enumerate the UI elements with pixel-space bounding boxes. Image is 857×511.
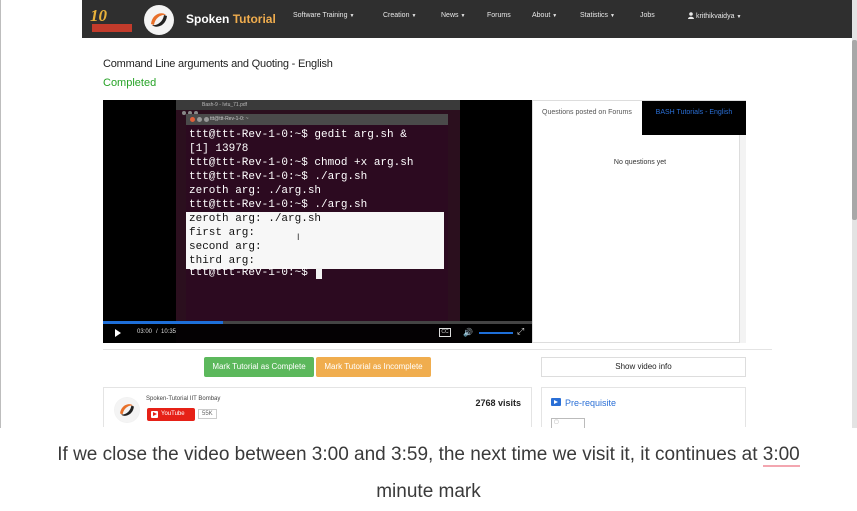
brand-name-accent: Tutorial: [232, 12, 276, 26]
caret-down-icon: ▼: [460, 13, 466, 19]
terminal-line: ttt@ttt-Rev-1-0:~$ ./arg.sh: [189, 171, 368, 183]
terminal-line: zeroth arg: ./arg.sh: [189, 185, 322, 197]
caret-down-icon: ▼: [552, 13, 558, 19]
nav-label: News: [441, 12, 459, 19]
page-left-edge: [0, 0, 1, 428]
text-cursor-icon: I: [297, 232, 300, 242]
terminal-output-line: first arg:: [189, 227, 256, 239]
caption-highlight: 3:00: [762, 444, 800, 467]
channel-logo-icon: [114, 397, 140, 423]
caption-line-2: minute mark: [376, 481, 481, 502]
terminal-output-line: second arg:: [189, 241, 262, 253]
current-time: 03:00: [137, 329, 153, 335]
caret-down-icon: ▼: [349, 13, 355, 19]
time-separator: /: [156, 329, 158, 335]
youtube-subscribe-button[interactable]: YouTube: [147, 408, 195, 421]
window-controls-icon: [182, 102, 202, 115]
fullscreen-icon[interactable]: ⤢: [517, 326, 524, 337]
video-play-icon: [551, 398, 561, 406]
youtube-label: YouTube: [161, 411, 185, 417]
nav-creation[interactable]: Creation ▼: [383, 12, 416, 19]
maximize-dot-icon: [204, 117, 209, 122]
volume-icon[interactable]: 🔊: [463, 328, 473, 337]
mark-incomplete-button[interactable]: Mark Tutorial as Incomplete: [316, 357, 431, 377]
nav-label: About: [532, 12, 551, 19]
minimize-dot-icon: [197, 117, 202, 122]
no-questions-message: No questions yet: [613, 159, 667, 166]
nav-label: Software Training: [293, 12, 348, 19]
show-video-info-button[interactable]: Show video info: [541, 357, 746, 377]
desktop-window-title: Bash-9 - Ivtu_71.pdf: [202, 102, 248, 108]
nav-user-menu[interactable]: krithikvaidya ▼: [688, 12, 741, 20]
channel-box: Spoken-Tutorial IIT Bombay YouTube 55K 2…: [103, 387, 532, 427]
terminal-prompt: ttt@ttt-Rev-1-0:~$: [189, 267, 308, 279]
terminal-title: ttt@ttt-Rev-1-0: ~: [210, 116, 249, 122]
video-progress-fill: [103, 321, 224, 324]
user-icon: [688, 12, 694, 19]
terminal-line: ttt@ttt-Rev-1-0:~$ gedit arg.sh &: [189, 129, 407, 141]
panel-scrollbar[interactable]: [739, 135, 746, 343]
nav-label: Statistics: [580, 12, 609, 19]
nav-label: Jobs: [640, 12, 655, 19]
top-navbar: 10 Spoken Tutorial Software Training ▼ Cr…: [82, 0, 852, 38]
caret-down-icon: ▼: [736, 14, 742, 20]
terminal-line: ttt@ttt-Rev-1-0:~$ chmod +x arg.sh: [189, 157, 414, 169]
close-dot-icon: [190, 117, 195, 122]
terminal-output-line: third arg:: [189, 255, 256, 267]
prerequisite-link[interactable]: Pre-requisite: [565, 398, 616, 408]
subscriber-count: 55K: [198, 409, 217, 419]
terminal-highlighted-output: zeroth arg: ./arg.sh first arg: second a…: [186, 212, 444, 269]
youtube-icon: [151, 411, 158, 418]
nav-jobs[interactable]: Jobs: [640, 12, 655, 19]
duration-time: 10:35: [161, 329, 177, 335]
tab-forum-questions[interactable]: Questions posted on Forums: [533, 101, 642, 135]
visit-count: 2768 visits: [475, 398, 521, 408]
user-name: krithikvaidya: [695, 13, 735, 20]
tutorial-title: Command Line arguments and Quoting - Eng…: [103, 58, 333, 70]
subtitle-caption: If we close the video between 3:00 and 3…: [0, 428, 857, 511]
terminal-titlebar: ttt@ttt-Rev-1-0: ~: [186, 114, 448, 125]
spoken-tutorial-logo-icon[interactable]: [144, 5, 174, 35]
brand-name-main: Spoken: [186, 12, 230, 26]
play-icon[interactable]: [115, 329, 121, 337]
video-progress-bar[interactable]: [103, 321, 532, 324]
divider: [103, 349, 772, 350]
tab-bash-tutorials[interactable]: BASH Tutorials - English: [642, 101, 746, 135]
video-controls: 03:00 / 10:35 CC 🔊 ⤢: [103, 321, 532, 343]
caret-down-icon: ▼: [411, 13, 417, 19]
video-player[interactable]: Bash-9 - Ivtu_71.pdf ttt@ttt-Rev-1-0: ~ …: [103, 100, 532, 343]
volume-slider[interactable]: [479, 332, 513, 334]
channel-name: Spoken-Tutorial IIT Bombay: [146, 396, 221, 402]
anniversary-number: 10: [90, 6, 107, 25]
terminal-line: ttt@ttt-Rev-1-0:~$ ./arg.sh: [189, 199, 368, 211]
mark-complete-button[interactable]: Mark Tutorial as Complete: [204, 357, 314, 377]
video-frame-desktop: Bash-9 - Ivtu_71.pdf ttt@ttt-Rev-1-0: ~ …: [176, 100, 460, 343]
terminal-output-line: zeroth arg: ./arg.sh: [189, 213, 322, 225]
terminal-window: ttt@ttt-Rev-1-0: ~ ttt@ttt-Rev-1-0:~$ ge…: [186, 114, 448, 342]
nav-news[interactable]: News ▼: [441, 12, 465, 19]
anniversary-ribbon: [92, 24, 132, 32]
nav-statistics[interactable]: Statistics ▼: [580, 12, 615, 19]
nav-software-training[interactable]: Software Training ▼: [293, 12, 354, 19]
caret-down-icon: ▼: [610, 13, 615, 19]
tutorial-status: Completed: [103, 77, 157, 89]
page-scrollbar[interactable]: [852, 0, 857, 428]
nav-label: Forums: [487, 12, 511, 19]
nav-label: Creation: [383, 12, 410, 19]
prerequisite-thumbnail[interactable]: ▢: [551, 418, 585, 428]
nav-forums[interactable]: Forums: [487, 12, 511, 19]
brand-name[interactable]: Spoken Tutorial: [186, 12, 276, 26]
scrollbar-thumb[interactable]: [852, 40, 857, 220]
anniversary-logo: 10: [90, 4, 134, 34]
prerequisite-box: Pre-requisite ▢: [541, 387, 746, 428]
caption-line-1: If we close the video between 3:00 and 3…: [0, 444, 857, 467]
desktop-topbar: Bash-9 - Ivtu_71.pdf: [176, 100, 460, 115]
terminal-line: [1] 13978: [189, 143, 249, 155]
captions-button[interactable]: CC: [439, 328, 451, 337]
terminal-cursor: [316, 268, 322, 279]
questions-panel: Questions posted on Forums BASH Tutorial…: [532, 100, 746, 343]
nav-about[interactable]: About ▼: [532, 12, 557, 19]
caption-text: If we close the video between 3:00 and 3…: [57, 444, 763, 465]
